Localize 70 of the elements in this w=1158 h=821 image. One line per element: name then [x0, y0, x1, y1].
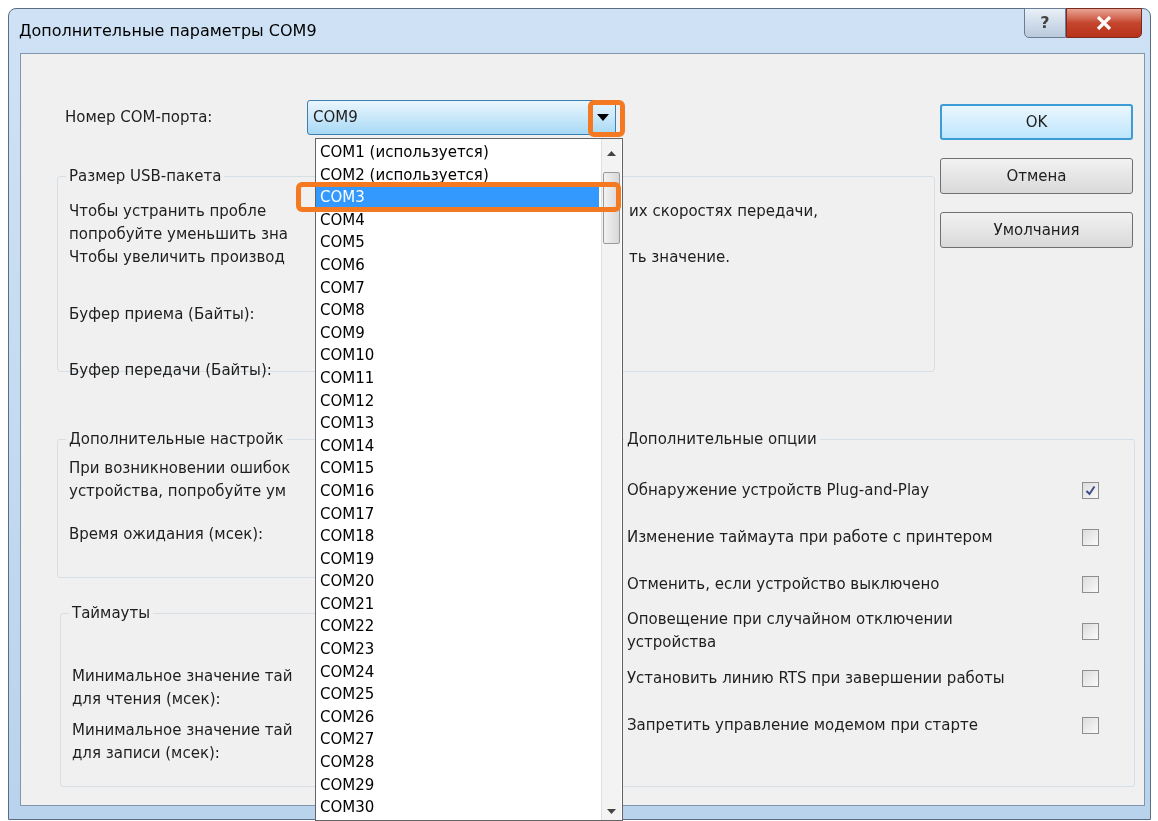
group-title: Таймауты — [71, 603, 152, 624]
checkbox[interactable] — [1082, 528, 1099, 546]
list-item[interactable]: COM17 — [316, 502, 599, 526]
field-label: Минимальное значение тай для чтения (мсек): — [72, 665, 293, 710]
option-label: Отменить, если устройство выключено — [626, 573, 940, 595]
description-text: ть значение. — [629, 246, 731, 268]
port-label: Номер COM-порта: — [64, 107, 214, 129]
port-combobox[interactable]: COM9 — [307, 100, 616, 135]
list-item[interactable]: COM20 — [316, 570, 599, 593]
list-item[interactable]: COM13 — [316, 412, 599, 435]
list-item[interactable]: COM21 — [316, 592, 599, 616]
window-title: Дополнительные параметры COM9 — [19, 20, 317, 42]
highlight-frame — [588, 100, 625, 137]
dialog-button[interactable]: Отмена — [940, 158, 1133, 194]
list-item[interactable]: COM4 — [316, 208, 599, 232]
list-item[interactable]: COM2 (используется) — [316, 163, 599, 187]
list-item[interactable]: COM12 — [316, 389, 599, 413]
dialog-button[interactable]: OK — [940, 104, 1133, 140]
list-item[interactable]: COM27 — [316, 728, 599, 752]
checkbox[interactable] — [1082, 481, 1099, 499]
help-button[interactable]: ? — [1024, 8, 1066, 38]
checkbox[interactable] — [1082, 716, 1099, 734]
dropdown-arrow-icon[interactable] — [597, 114, 609, 121]
list-item[interactable]: COM18 — [316, 525, 599, 548]
checkbox[interactable] — [1082, 575, 1099, 593]
list-item[interactable]: COM19 — [316, 547, 599, 571]
list-item[interactable]: COM9 — [316, 321, 599, 345]
option-label: Обнаружение устройств Plug-and-Play — [626, 479, 930, 501]
combobox-value: COM9 — [313, 107, 358, 129]
group-description: При возникновении ошибок устройства, попробуйте ум — [69, 457, 291, 502]
list-item[interactable]: COM26 — [316, 705, 599, 729]
field-label: Буфер приема (Байты): — [69, 303, 255, 325]
scroll-up-arrow-icon[interactable] — [607, 151, 616, 156]
list-item[interactable]: COM11 — [316, 366, 599, 390]
field-label: Буфер передачи (Байты): — [69, 359, 272, 381]
list-item[interactable]: COM23 — [316, 638, 599, 661]
close-icon — [1096, 16, 1112, 30]
group-title: Размер USB-пакета — [68, 166, 223, 187]
option-label: Оповещение при случайном отключении устройства — [626, 609, 953, 653]
list-item[interactable]: COM15 — [316, 457, 599, 480]
option-label: Запретить управление модемом при старте — [626, 714, 978, 736]
field-label: Время ожидания (мсек): — [69, 523, 264, 545]
list-item[interactable]: COM25 — [316, 683, 599, 706]
list-item[interactable]: COM24 — [316, 660, 599, 684]
list-item[interactable]: COM28 — [316, 751, 599, 774]
checkbox[interactable] — [1082, 669, 1099, 687]
list-item[interactable]: COM29 — [316, 773, 599, 797]
description-text: Чтобы увеличить производ — [69, 246, 285, 268]
list-item[interactable]: COM8 — [316, 299, 599, 322]
option-label: Изменение таймаута при работе с принтером — [626, 526, 993, 548]
field-label: Минимальное значение тай для записи (мсек): — [72, 719, 293, 764]
list-item[interactable]: COM5 — [316, 231, 599, 254]
list-item[interactable]: COM14 — [316, 434, 599, 458]
checkbox[interactable] — [1082, 622, 1099, 640]
dialog-button[interactable]: Умолчания — [940, 212, 1133, 248]
close-button[interactable] — [1066, 8, 1142, 38]
list-item[interactable]: COM22 — [316, 615, 599, 639]
group-title: Дополнительные опции — [625, 429, 818, 450]
list-item[interactable]: COM1 (используется) — [316, 141, 599, 164]
option-label: Установить линию RTS при завершении работы — [626, 667, 1005, 689]
list-item[interactable]: COM10 — [316, 344, 599, 367]
group-title: Дополнительные настройк — [68, 429, 285, 450]
list-item[interactable]: COM16 — [316, 479, 599, 503]
scrollbar[interactable] — [601, 139, 621, 820]
list-item[interactable]: COM6 — [316, 253, 599, 277]
description-text: Чтобы устранить пробле попробуйте уменьшить зна — [69, 200, 288, 245]
description-text: их скоростях передачи, — [629, 200, 818, 222]
scroll-down-arrow-icon[interactable] — [607, 809, 616, 814]
list-item[interactable]: COM7 — [316, 276, 599, 300]
list-item[interactable]: COM30 — [316, 796, 599, 819]
